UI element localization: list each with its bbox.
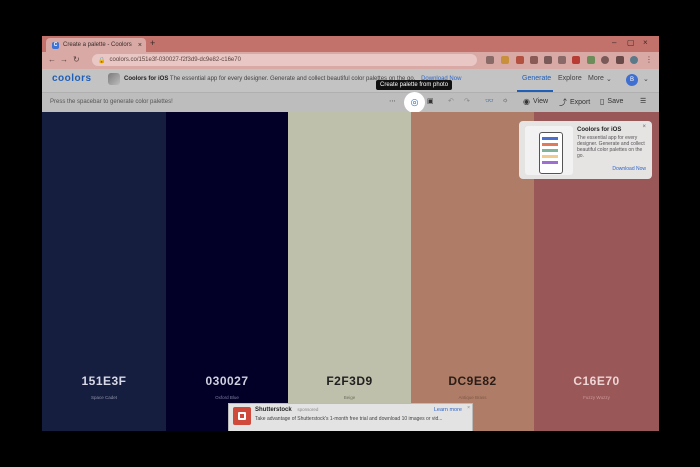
eye-icon: ◉ [523,97,530,106]
ad-brand-name: Shutterstock [255,407,292,413]
view-button[interactable]: ◉ View [523,97,548,106]
color-name: Fuzzy Wuzzy [583,395,610,400]
url-field[interactable]: 🔒 coolors.co/151e3f-030027-f2f3d9-dc9e82… [92,54,477,66]
circle-extension-icon[interactable] [601,56,609,64]
bookmark-icon: ▯ [600,97,605,106]
spacebar-hint: Press the spacebar to generate color pal… [50,99,173,105]
green-extension-icon[interactable] [587,56,595,64]
mock-swatch [542,137,558,140]
save-label: Save [607,98,624,105]
nav-explore[interactable]: Explore [558,75,582,82]
browser-menu-icon[interactable]: ⋮ [645,55,653,64]
redo-icon[interactable]: ↷ [464,97,470,105]
color-name: Beige [343,395,356,400]
ad-brand: Shutterstock sponsored [255,407,318,413]
tab-title: Create a palette - Coolors [63,42,132,48]
ios-card-download-link[interactable]: Download Now [612,166,646,172]
nav-generate[interactable]: Generate [522,75,551,82]
coolors-site: coolors Coolors for iOS The essential ap… [42,69,659,431]
generator-toolbar: Press the spacebar to generate color pal… [42,80,659,113]
coolors-favicon-icon: C [52,41,59,49]
mock-swatch [542,155,558,158]
ad-text: Take advantage of Shutterstock's 1-month… [255,416,443,422]
browser-tab[interactable]: C Create a palette - Coolors × [46,38,146,52]
ad-learn-more-link[interactable]: Learn more [434,407,462,413]
orange-extension-icon[interactable] [516,56,524,64]
reload-icon[interactable]: ↻ [73,55,80,64]
back-arrow-icon[interactable]: ← [48,55,56,64]
nav-more[interactable]: More [588,75,604,82]
key-extension-icon[interactable] [486,56,494,64]
tab-bar: C Create a palette - Coolors × + – ▢ × [42,36,659,52]
share-icon: ⤴ [559,98,567,107]
more-options-icon[interactable]: ⋯ [389,97,396,105]
maximize-button[interactable]: ▢ [627,38,635,47]
minimize-button[interactable]: – [612,38,616,47]
browser-window: C Create a palette - Coolors × + – ▢ × ←… [42,36,659,431]
close-window-button[interactable]: × [643,38,648,47]
phone-mockup [525,126,573,175]
color-column[interactable]: F2F3D9 Beige [288,112,411,431]
color-hex[interactable]: DC9E82 [411,374,534,388]
phone-screen [539,132,563,174]
lock-icon: 🔒 [98,57,106,64]
checkbox-extension-icon[interactable] [558,56,566,64]
ios-card-title: Coolors for iOS [577,127,622,133]
tab-close-icon[interactable]: × [138,42,142,49]
color-hex[interactable]: 151E3F [42,374,166,388]
url-text: coolors.co/151e3f-030027-f2f3d9-dc9e82-c… [109,57,241,63]
color-column[interactable]: 151E3F Space Cadet [42,112,166,431]
avatar[interactable]: B [626,74,638,86]
save-button[interactable]: ▯ Save [600,97,623,106]
color-name: Oxford Blue [215,395,239,400]
red-extension-icon[interactable] [572,56,580,64]
star-extension-icon[interactable] [501,56,509,64]
color-name: Space Cadet [90,395,118,400]
color-hex[interactable]: 030027 [166,374,288,388]
undo-icon[interactable]: ↶ [448,97,454,105]
shutterstock-logo-icon [233,407,251,425]
ios-card-text: The essential app for every designer. Ge… [577,135,645,159]
new-tab-button[interactable]: + [150,38,155,48]
color-hex[interactable]: C16E70 [534,374,659,388]
glasses-icon[interactable]: 👓 [485,97,494,105]
mock-swatch [542,143,558,146]
layout-icon[interactable]: ▣ [427,97,434,105]
grid-extension-icon[interactable] [544,56,552,64]
camera-icon[interactable]: ◎ [404,92,425,113]
ad-tag: sponsored [297,407,319,412]
profile-icon[interactable] [630,56,638,64]
color-column[interactable]: 030027 Oxford Blue [166,112,288,431]
photo-tooltip: Create palette from photo [376,80,453,90]
color-name: Antique Brass [458,395,487,400]
hamburger-menu-icon[interactable]: ☰ [640,97,646,105]
chevron-down-icon[interactable]: ⌄ [606,75,612,83]
mock-swatch [542,161,558,164]
ad-close-icon[interactable]: × [467,405,470,411]
puzzle-extension-icon[interactable] [616,56,624,64]
view-label: View [532,98,549,105]
account-chevron-icon[interactable]: ⌄ [643,75,649,83]
sponsored-ad[interactable]: Shutterstock sponsored Take advantage of… [228,403,473,431]
site-header: coolors Coolors for iOS The essential ap… [42,69,659,92]
export-label: Export [570,99,591,106]
promo-title: Coolors for iOS [124,76,169,82]
ios-card-close-icon[interactable]: × [642,124,646,130]
address-bar: ← → ↻ 🔒 coolors.co/151e3f-030027-f2f3d9-… [42,52,659,69]
color-hex[interactable]: F2F3D9 [288,374,411,388]
amazon-extension-icon[interactable] [530,56,538,64]
mock-swatch [542,149,558,152]
ios-promo-card: Coolors for iOS The essential app for ev… [519,121,652,179]
ios-app-icon [108,73,120,85]
color-column[interactable]: DC9E82 Antique Brass [411,112,534,431]
coolors-logo[interactable]: coolors [52,73,92,84]
sun-icon[interactable]: ☼ [502,97,508,104]
forward-arrow-icon[interactable]: → [60,55,68,64]
export-button[interactable]: ⤴ Export [559,97,590,108]
